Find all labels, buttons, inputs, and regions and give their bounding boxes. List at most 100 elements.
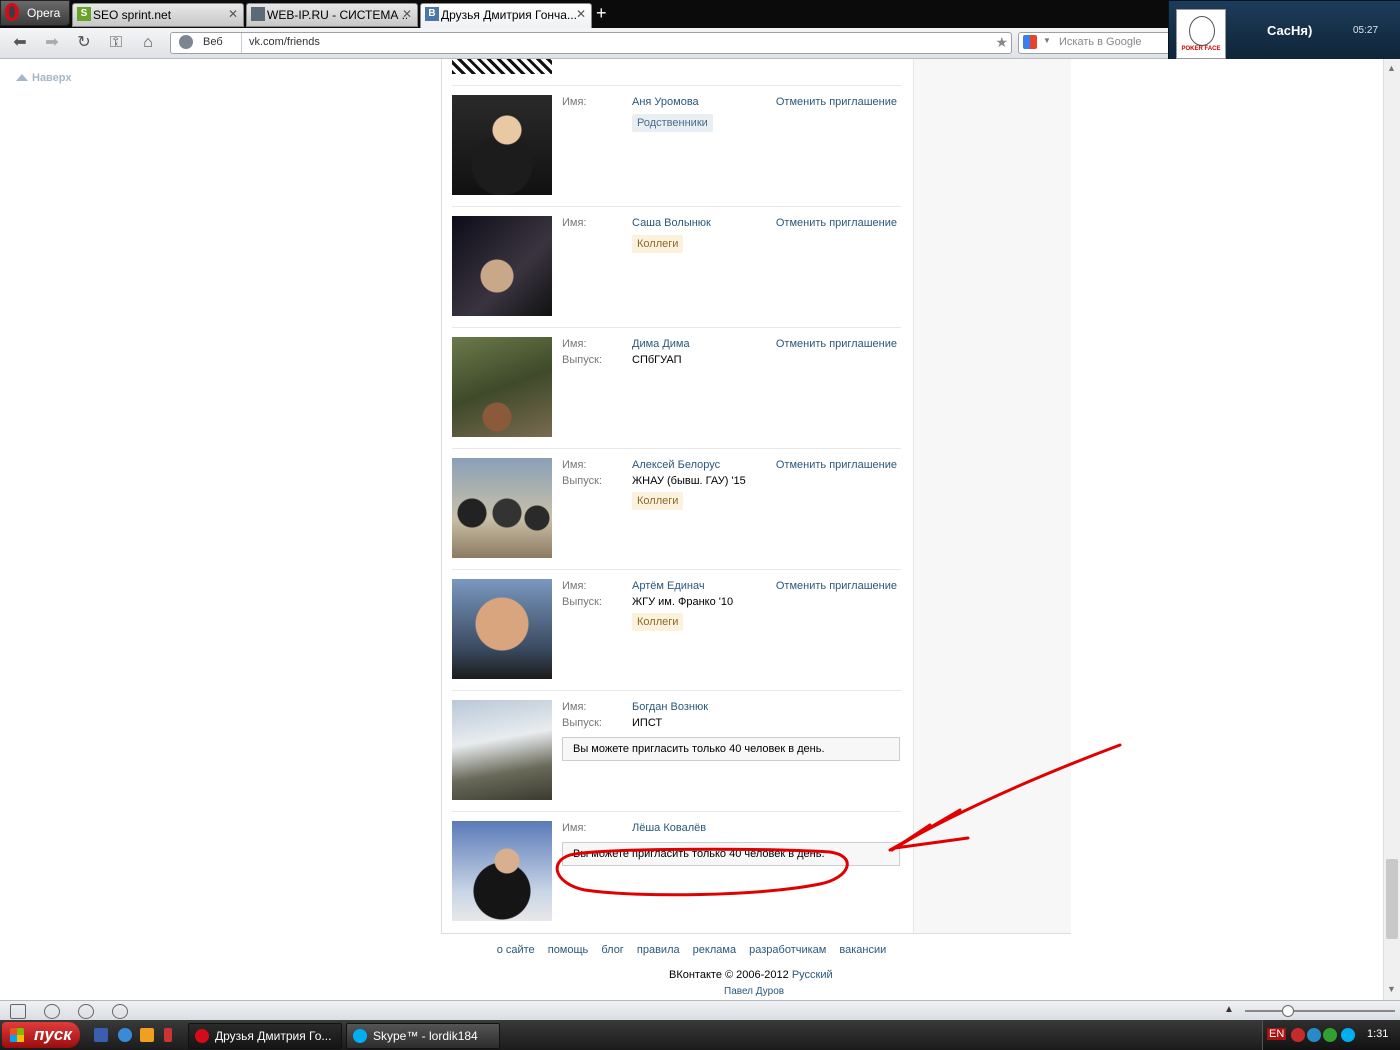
- friend-name-link[interactable]: Алексей Белорус: [632, 459, 720, 471]
- cancel-invitation-link[interactable]: Отменить приглашение: [776, 96, 897, 108]
- search-engine-dropdown-icon[interactable]: ▼: [1043, 36, 1051, 45]
- friend-name-link[interactable]: Аня Уромова: [632, 96, 699, 108]
- friend-list-tag[interactable]: Коллеги: [632, 235, 684, 253]
- friend-row: Имя: Лёша Ковалёв Вы можете пригласить т…: [452, 812, 901, 932]
- forward-arrow-icon[interactable]: ➡: [42, 33, 62, 53]
- tab-close-icon[interactable]: ✕: [576, 7, 586, 21]
- friend-list-tag[interactable]: Коллеги: [632, 492, 684, 510]
- zoom-menu-icon[interactable]: ▲: [1224, 1004, 1234, 1015]
- footer-link-about[interactable]: о сайте: [497, 944, 535, 956]
- friend-photo[interactable]: [452, 95, 552, 195]
- cancel-invitation-link[interactable]: Отменить приглашение: [776, 580, 897, 592]
- friend-list-tag[interactable]: Коллеги: [632, 613, 684, 631]
- taskbar-item-opera[interactable]: Друзья Дмитрия Го...: [188, 1023, 342, 1049]
- name-label: Имя:: [562, 822, 587, 834]
- scroll-up-icon[interactable]: ▲: [1387, 63, 1396, 73]
- windows-taskbar: пуск Друзья Дмитрия Го... Skype™ - lordi…: [0, 1020, 1400, 1050]
- start-button[interactable]: пуск: [2, 1022, 80, 1048]
- opera-quicklaunch-icon[interactable]: [164, 1028, 172, 1042]
- name-label: Имя:: [562, 96, 587, 108]
- taskbar-item-skype[interactable]: Skype™ - lordik184: [346, 1023, 500, 1049]
- friend-row: Имя: Богдан Вознюк Выпуск: ИПСТ Вы может…: [452, 691, 901, 812]
- antivirus-icon[interactable]: [1323, 1028, 1337, 1042]
- invite-limit-notice: Вы можете пригласить только 40 человек в…: [562, 842, 900, 866]
- footer-link-developers[interactable]: разработчикам: [749, 944, 826, 956]
- new-tab-plus-icon[interactable]: +: [596, 4, 607, 22]
- back-to-top-label: Наверх: [32, 72, 72, 84]
- web-ip-favicon-icon: [251, 7, 265, 21]
- show-desktop-icon[interactable]: [94, 1028, 108, 1042]
- cancel-invitation-link[interactable]: Отменить приглашение: [776, 338, 897, 350]
- search-box[interactable]: ▼ Искать в Google: [1018, 32, 1170, 54]
- skype-notification[interactable]: POKER FACE СасНя) 05:27: [1168, 0, 1400, 64]
- address-bar[interactable]: Веб vk.com/friends ★: [170, 32, 1012, 54]
- google-search-icon[interactable]: [1023, 35, 1037, 49]
- language-link[interactable]: Русский: [792, 969, 833, 981]
- graduation-label: Выпуск:: [562, 596, 602, 608]
- tab-seo-sprint[interactable]: S SEO sprint.net ✕: [72, 3, 244, 27]
- panel-toggle-icon[interactable]: [10, 1004, 26, 1019]
- clock: 1:31: [1367, 1028, 1389, 1040]
- friends-list-panel: Имя: Аня Уромова Отменить приглашение Ро…: [441, 59, 1071, 934]
- opera-logo-icon: [5, 3, 19, 21]
- friend-name-link[interactable]: Саша Волынюк: [632, 217, 711, 229]
- cancel-invitation-link[interactable]: Отменить приглашение: [776, 459, 897, 471]
- key-icon[interactable]: ⚿: [106, 33, 126, 53]
- tray-app-icon[interactable]: [1291, 1028, 1305, 1042]
- bookmark-star-icon[interactable]: ★: [995, 34, 1008, 51]
- footer-author-link[interactable]: Павел Дуров: [724, 986, 784, 997]
- back-to-top-link[interactable]: Наверх: [16, 72, 72, 84]
- tab-vk-friends[interactable]: В Друзья Дмитрия Гонча... ✕: [420, 3, 592, 29]
- friend-name-link[interactable]: Богдан Вознюк: [632, 701, 708, 713]
- footer-link-jobs[interactable]: вакансии: [839, 944, 886, 956]
- friend-photo[interactable]: [452, 821, 552, 921]
- tab-close-icon[interactable]: ✕: [228, 7, 238, 21]
- speed-dial-icon[interactable]: [112, 1004, 128, 1019]
- name-label: Имя:: [562, 701, 587, 713]
- friend-name-link[interactable]: Артём Единач: [632, 580, 705, 592]
- url-text[interactable]: vk.com/friends: [249, 36, 320, 48]
- friend-photo[interactable]: [452, 216, 552, 316]
- page-viewport: Наверх Имя: Аня Уромова Отменить приглаш…: [0, 59, 1383, 1000]
- back-arrow-icon[interactable]: ⬅: [10, 33, 30, 53]
- zoom-slider[interactable]: [1245, 1010, 1395, 1012]
- unite-icon[interactable]: [78, 1004, 94, 1019]
- footer-link-blog[interactable]: блог: [601, 944, 623, 956]
- friend-photo[interactable]: [452, 458, 552, 558]
- address-divider: [241, 33, 242, 53]
- friend-photo[interactable]: [452, 337, 552, 437]
- opera-menu-button[interactable]: Opera: [0, 0, 70, 26]
- footer-link-ads[interactable]: реклама: [693, 944, 736, 956]
- tab-web-ip[interactable]: WEB-IP.RU - СИСТЕМА ... ✕: [246, 3, 418, 27]
- tab-title: SEO sprint.net: [93, 8, 172, 22]
- cancel-invitation-link[interactable]: Отменить приглашение: [776, 217, 897, 229]
- scrollbar-thumb[interactable]: [1386, 859, 1398, 939]
- footer-link-rules[interactable]: правила: [637, 944, 680, 956]
- page-scrollbar[interactable]: ▲ ▼: [1383, 59, 1400, 1000]
- friend-name-link[interactable]: Лёша Ковалёв: [632, 822, 706, 834]
- internet-explorer-icon[interactable]: [118, 1028, 132, 1042]
- friend-photo[interactable]: [452, 59, 552, 74]
- friend-list-tag[interactable]: Родственники: [632, 114, 713, 132]
- reload-icon[interactable]: ↻: [74, 33, 94, 53]
- tab-close-icon[interactable]: ✕: [402, 7, 412, 21]
- network-icon[interactable]: [1307, 1028, 1321, 1042]
- friend-photo[interactable]: [452, 700, 552, 800]
- graduation-value: СПбГУАП: [632, 354, 682, 366]
- arrow-up-icon: [16, 74, 28, 81]
- name-label: Имя:: [562, 459, 587, 471]
- zoom-slider-knob[interactable]: [1282, 1005, 1294, 1017]
- scroll-down-icon[interactable]: ▼: [1387, 984, 1396, 994]
- language-indicator[interactable]: EN: [1267, 1028, 1287, 1040]
- opera-menu-label: Opera: [27, 6, 61, 20]
- cloud-icon[interactable]: [44, 1004, 60, 1019]
- graduation-value: ЖНАУ (бывш. ГАУ) '15: [632, 475, 746, 487]
- poker-face-icon: [1189, 16, 1215, 46]
- footer-link-help[interactable]: помощь: [548, 944, 589, 956]
- graduation-value: ЖГУ им. Франко '10: [632, 596, 734, 608]
- friend-photo[interactable]: [452, 579, 552, 679]
- media-player-icon[interactable]: [140, 1028, 154, 1042]
- skype-tray-icon[interactable]: [1341, 1028, 1355, 1042]
- friend-name-link[interactable]: Дима Дима: [632, 338, 690, 350]
- home-icon[interactable]: ⌂: [138, 33, 158, 53]
